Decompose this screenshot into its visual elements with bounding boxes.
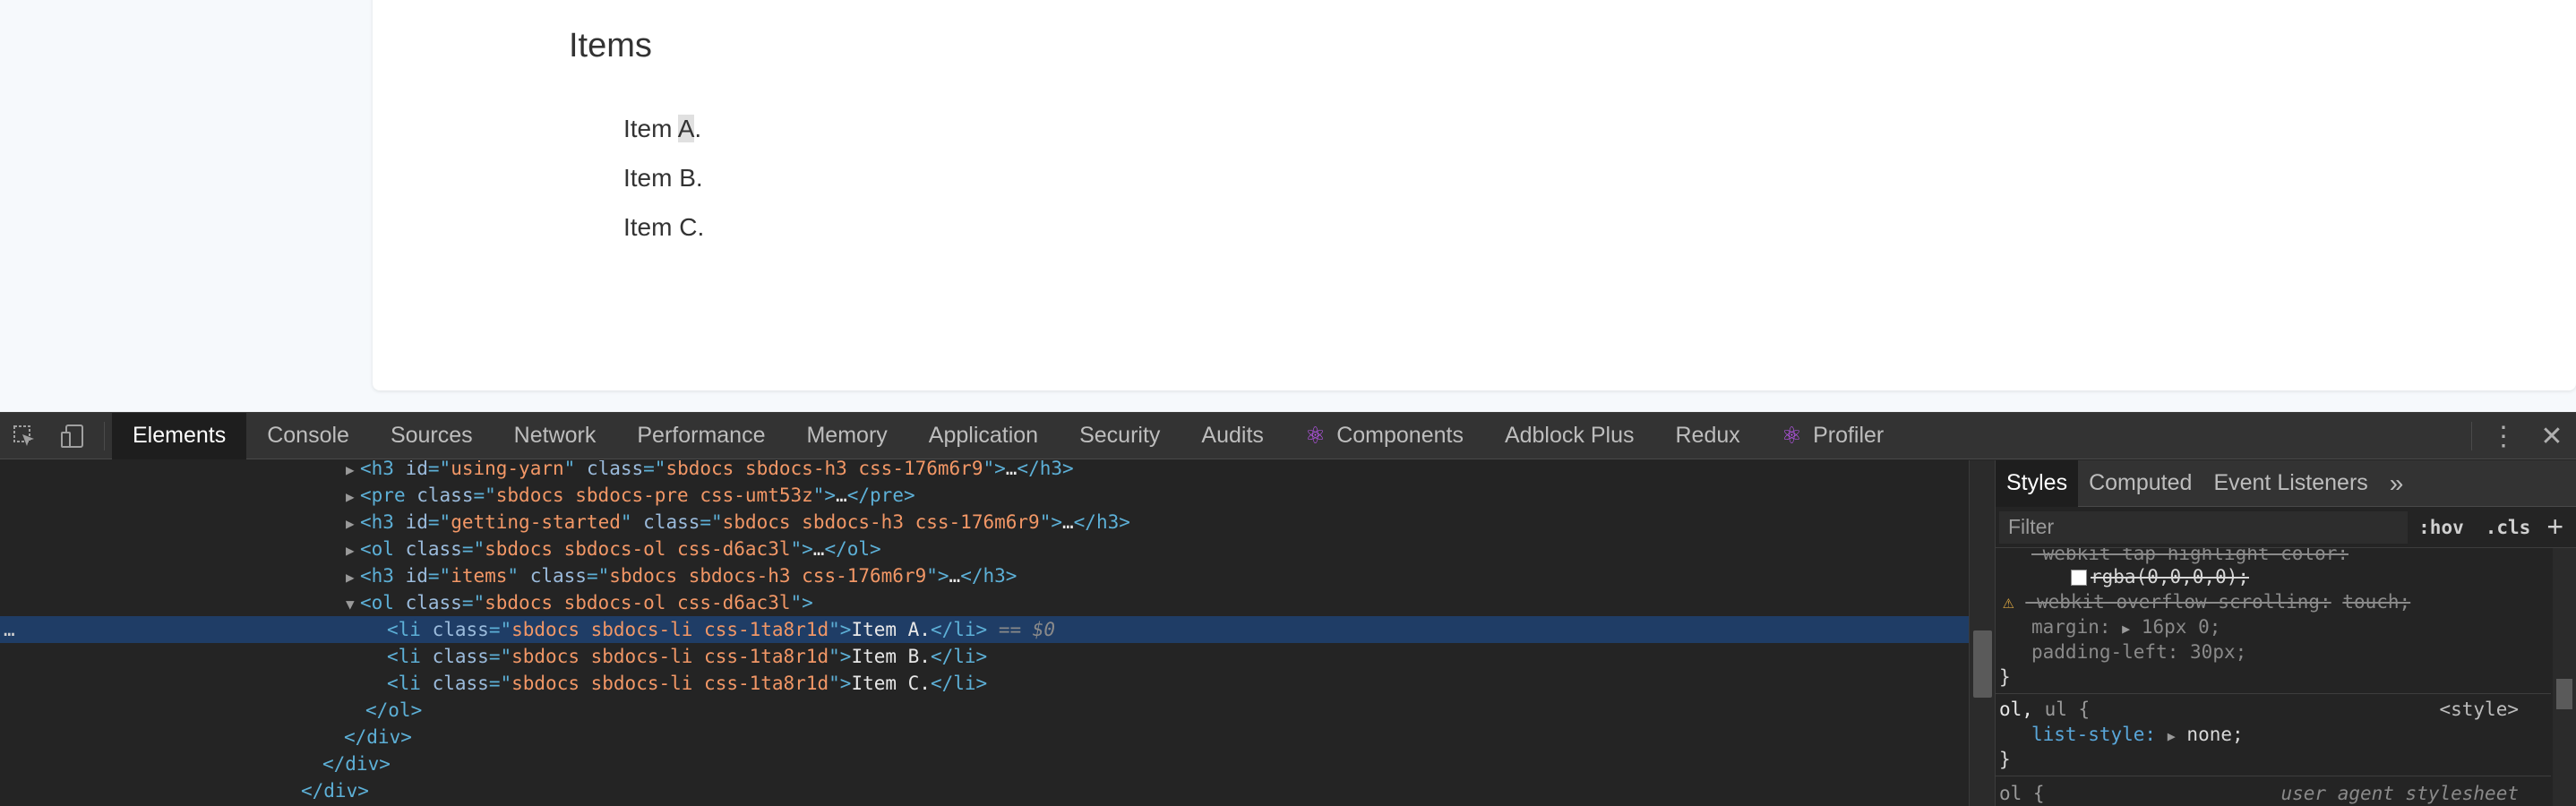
css-property[interactable]: padding-left: 30px; xyxy=(1996,639,2551,665)
dom-node[interactable]: ▶ <ol class="sbdocs sbdocs-ol css-d6ac3l"… xyxy=(0,536,1969,562)
styles-scrollbar[interactable] xyxy=(2553,548,2576,806)
tab-console[interactable]: Console xyxy=(246,413,370,459)
tab-audits[interactable]: Audits xyxy=(1181,413,1284,459)
rule-divider xyxy=(1996,693,2551,694)
devtools-tabbar: Elements Console Sources Network Perform… xyxy=(0,412,2576,459)
inspect-element-icon[interactable] xyxy=(0,413,48,459)
toolbar-divider xyxy=(2471,422,2472,450)
scrollbar-thumb[interactable] xyxy=(2556,679,2572,709)
user-agent-source: user agent stylesheet xyxy=(2280,783,2519,804)
tab-profiler[interactable]: ⚛ Profiler xyxy=(1761,413,1905,459)
dom-node[interactable]: </div> xyxy=(0,777,1969,804)
page-heading: Items xyxy=(569,27,652,64)
rule-close-brace: } xyxy=(1999,666,2011,688)
hover-state-toggle[interactable]: :hov xyxy=(2408,517,2475,538)
dom-node[interactable]: ▶ <h3 id="items" class="sbdocs sbdocs-h3 … xyxy=(0,562,1969,589)
tab-computed[interactable]: Computed xyxy=(2078,460,2202,507)
tab-elements[interactable]: Elements xyxy=(112,412,247,459)
dom-node[interactable]: ▶ <pre class="sbdocs sbdocs-pre css-umt53… xyxy=(0,482,1969,509)
css-property-value[interactable]: rgba(0,0,0,0); xyxy=(1996,564,2551,589)
dom-node-selected[interactable]: … <li class="sbdocs sbdocs-li css-1ta8r1d… xyxy=(0,616,1969,643)
list-item-text: Item xyxy=(623,115,678,142)
dom-node[interactable]: ▶ <h3 id="getting-started" class="sbdocs … xyxy=(0,509,1969,536)
dom-node[interactable]: </ol> xyxy=(0,697,1969,724)
rule-close-brace: } xyxy=(1999,749,2011,770)
text-highlight: A xyxy=(677,115,695,142)
tab-network[interactable]: Network xyxy=(494,413,617,459)
css-property[interactable]: -webkit-tap-highlight-color: xyxy=(1996,548,2551,566)
add-rule-icon[interactable]: + xyxy=(2541,510,2576,544)
tab-components[interactable]: ⚛ Components xyxy=(1284,413,1484,459)
list-item-text: Item B. xyxy=(623,164,703,192)
more-actions-icon[interactable]: … xyxy=(4,616,15,643)
tab-memory[interactable]: Memory xyxy=(786,413,907,459)
css-property[interactable]: list-style: ▶ none; xyxy=(1996,722,2551,747)
styles-sidebar: Styles Computed Event Listeners » :hov .… xyxy=(1995,459,2576,806)
more-tabs-icon[interactable]: » xyxy=(2379,469,2415,498)
warning-icon: ⚠ xyxy=(2003,591,2014,613)
color-swatch-icon[interactable] xyxy=(2071,570,2087,586)
list-item: Item A. xyxy=(623,111,704,160)
react-icon: ⚛ xyxy=(1304,422,1327,449)
list-item: Item B. xyxy=(623,160,704,210)
page-viewport: Items Item A. Item B. Item C. xyxy=(0,0,2576,412)
tab-event-listeners[interactable]: Event Listeners xyxy=(2202,460,2378,507)
css-property[interactable]: margin: ▶ 16px 0; xyxy=(1996,614,2551,639)
dom-tree[interactable]: ▶ <h3 id="using-yarn" class="sbdocs sbdoc… xyxy=(0,460,1969,806)
tab-styles[interactable]: Styles xyxy=(1996,459,2079,507)
style-source-link[interactable]: <style> xyxy=(2439,697,2519,722)
kebab-menu-icon[interactable]: ⋮ xyxy=(2479,413,2528,459)
dom-node[interactable]: ▶ <h3 id="using-yarn" class="sbdocs sbdoc… xyxy=(0,460,1969,482)
dom-node[interactable]: ▼ <ol class="sbdocs sbdocs-ol css-d6ac3l"… xyxy=(0,589,1969,616)
expand-triangle-icon[interactable]: ▶ xyxy=(2168,728,2176,744)
scrollbar-thumb[interactable] xyxy=(1973,630,1992,698)
list-item: Item C. xyxy=(623,210,704,259)
tab-application[interactable]: Application xyxy=(908,413,1059,459)
styles-filter-bar: :hov .cls + xyxy=(1996,507,2576,548)
dom-node[interactable]: </div> xyxy=(0,724,1969,750)
expand-triangle-icon[interactable]: ▶ xyxy=(2122,621,2130,637)
tab-sources[interactable]: Sources xyxy=(370,413,494,459)
tab-adblock-plus[interactable]: Adblock Plus xyxy=(1484,413,1655,459)
styles-rules: -webkit-tap-highlight-color: rgba(0,0,0,… xyxy=(1996,548,2576,805)
tab-label: Profiler xyxy=(1813,423,1885,448)
class-toggle[interactable]: .cls xyxy=(2475,517,2542,538)
items-list: Item A. Item B. Item C. xyxy=(623,111,704,259)
list-item-text: . xyxy=(694,115,702,142)
styles-filter-input[interactable] xyxy=(1999,510,2409,544)
css-property[interactable]: ⚠ -webkit-overflow-scrolling: touch; xyxy=(1996,589,2551,614)
devtools-panel: Elements Console Sources Network Perform… xyxy=(0,412,2576,806)
tab-performance[interactable]: Performance xyxy=(616,413,786,459)
tab-redux[interactable]: Redux xyxy=(1654,413,1760,459)
close-icon[interactable]: ✕ xyxy=(2528,413,2576,459)
css-selector[interactable]: ol {user agent stylesheet xyxy=(1996,781,2551,805)
css-selector[interactable]: ol, ul {<style> xyxy=(1996,697,2551,722)
dom-scrollbar[interactable] xyxy=(1969,460,1995,806)
list-item-text: Item C. xyxy=(623,213,705,241)
device-toolbar-icon[interactable] xyxy=(48,413,97,459)
tab-label: Components xyxy=(1336,423,1464,448)
toolbar-divider xyxy=(104,421,105,450)
styles-tabbar: Styles Computed Event Listeners » xyxy=(1996,459,2576,507)
tab-security[interactable]: Security xyxy=(1059,413,1181,459)
devtools-window-controls: ⋮ ✕ xyxy=(2464,413,2576,459)
dom-node[interactable]: <li class="sbdocs sbdocs-li css-1ta8r1d"… xyxy=(0,643,1969,670)
react-icon: ⚛ xyxy=(1781,422,1803,449)
dom-node[interactable]: <li class="sbdocs sbdocs-li css-1ta8r1d"… xyxy=(0,670,1969,697)
dom-node[interactable]: </div> xyxy=(0,750,1969,777)
